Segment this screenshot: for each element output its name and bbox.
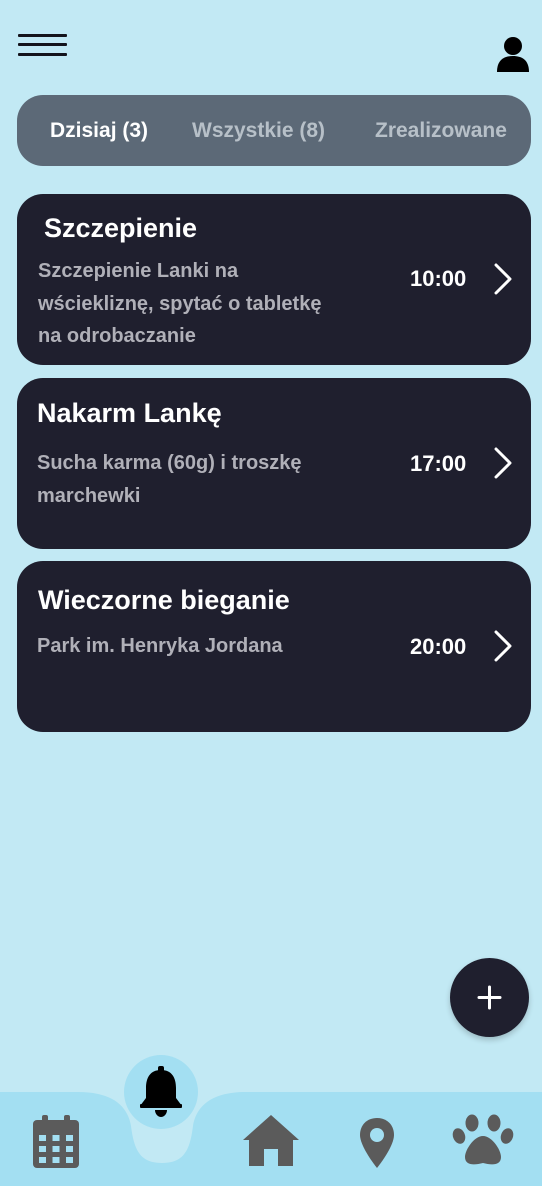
reminder-time: 20:00 (410, 634, 467, 659)
paw-icon[interactable] (452, 1114, 514, 1168)
bottom-navigation (0, 1050, 542, 1186)
home-icon[interactable] (242, 1113, 300, 1167)
tab-completed[interactable]: Zrealizowane (375, 95, 507, 166)
reminder-title: Szczepienie (44, 213, 198, 243)
bell-icon[interactable] (137, 1066, 185, 1118)
reminder-description: Park im. Henryka Jordana (37, 635, 283, 657)
tab-bar: Dzisiaj (3) Wszystkie (8) Zrealizowane (17, 95, 531, 166)
reminder-description: Szczepienie Lanki na wściekliznę, spytać… (38, 260, 322, 347)
reminder-card[interactable]: Wieczorne bieganie Park im. Henryka Jord… (17, 561, 531, 732)
reminder-time: 10:00 (410, 266, 467, 291)
plus-icon (477, 985, 502, 1010)
chevron-right-icon[interactable] (493, 262, 513, 296)
reminder-time: 17:00 (410, 451, 467, 476)
user-icon[interactable] (496, 36, 530, 72)
calendar-icon[interactable] (33, 1115, 79, 1168)
reminder-title: Nakarm Lankę (37, 398, 222, 428)
reminder-description: Sucha karma (60g) i troszkę marchewki (37, 452, 302, 507)
reminder-card[interactable]: Nakarm Lankę Sucha karma (60g) i troszkę… (17, 378, 531, 549)
chevron-right-icon[interactable] (493, 446, 513, 480)
tab-today[interactable]: Dzisiaj (3) (50, 95, 148, 166)
tab-all[interactable]: Wszystkie (8) (192, 95, 325, 166)
hamburger-menu-icon[interactable] (18, 34, 68, 60)
add-reminder-button[interactable] (450, 958, 529, 1037)
reminder-title: Wieczorne bieganie (38, 585, 290, 615)
reminder-card[interactable]: Szczepienie Szczepienie Lanki na wściekl… (17, 194, 531, 365)
map-pin-icon[interactable] (359, 1117, 395, 1169)
chevron-right-icon[interactable] (493, 629, 513, 663)
